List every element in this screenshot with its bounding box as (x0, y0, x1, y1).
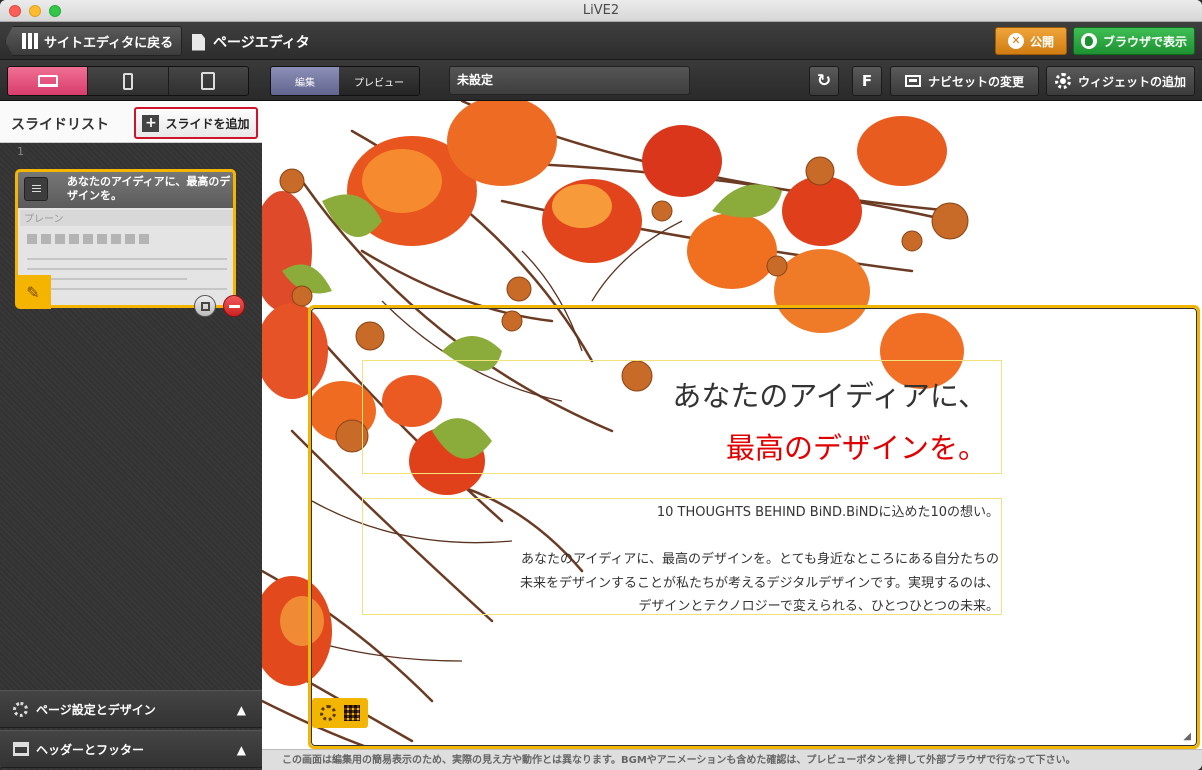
block-layout-grid-icon[interactable] (344, 705, 360, 721)
body-line: 未来をデザインすることが私たちが考えるデジタルデザインです。実現するのは、 (519, 575, 999, 591)
body-line: 10 THOUGHTS BEHIND BiND.BiNDに込めた10の想い。 (656, 505, 999, 520)
navi-label: ナビセットの変更 (927, 74, 1024, 89)
slide-placeholder-line (27, 288, 227, 290)
add-slide-label: スライドを追加 (165, 116, 250, 131)
chevron-up-icon: ▲ (236, 743, 246, 757)
page-title: ページエディタ (213, 35, 310, 51)
title-bar: LiVE2 (0, 0, 1202, 22)
add-widget-button[interactable]: ウィジェットの追加 (1046, 66, 1195, 96)
block-settings-gear-icon[interactable] (320, 705, 336, 721)
mode-switcher: 編集 プレビュー (270, 66, 420, 96)
publish-label: 公開 (1029, 34, 1054, 49)
page-editor-title: ページエディタ (192, 32, 310, 52)
page-settings-section[interactable]: ページ設定とデザイン ▲ (0, 690, 262, 728)
gear-icon (13, 702, 28, 717)
remove-slide-button[interactable] (223, 295, 245, 317)
header-footer-section[interactable]: ヘッダーとフッター ▲ (0, 730, 262, 768)
heading-line-1: あなたのアイディアに、 (672, 379, 987, 413)
publish-icon: ✕ (1007, 33, 1024, 49)
slide-placeholder-line (27, 278, 187, 280)
edit-slide-pencil-icon[interactable]: ✎ (15, 275, 51, 309)
change-navset-button[interactable]: ナビセットの変更 (890, 66, 1039, 96)
editor-canvas[interactable]: ◢ あなたのアイディアに、 最高のデザインを。 10 THOUGHTS BEHI… (262, 101, 1202, 749)
back-button-label: サイトエディタに戻る (44, 35, 174, 51)
slide-card-header: あなたのアイディアに、最高のデザインを。 (18, 172, 233, 208)
body-line: デザインとテクノロジーで変えられる、ひとつひとつの未来。 (638, 599, 999, 614)
device-switcher (7, 66, 249, 96)
heading-line-2: 最高のデザインを。 (725, 431, 987, 465)
body-line: あなたのアイディアに、最高のデザインを。とても身近なところにある自分たちの (520, 552, 999, 567)
header-footer-icon (13, 742, 29, 756)
back-to-site-editor-button[interactable]: サイトエディタに戻る (5, 26, 182, 56)
slide-placeholder-line (27, 268, 227, 270)
editor-toolbar: 編集 プレビュー 未設定 ↻ F ナビセットの変更 ウィジェットの追加 (0, 60, 1202, 101)
slide-list-header: スライドリスト + スライドを追加 (0, 101, 262, 143)
app-header: サイトエディタに戻る ページエディタ ✕ 公開 ブラウザで表示 (0, 22, 1202, 60)
slide-list-title: スライドリスト (11, 117, 109, 133)
tablet-icon (201, 72, 216, 90)
f-button[interactable]: F (852, 66, 882, 96)
document-icon (192, 33, 205, 51)
browser-label: ブラウザで表示 (1102, 34, 1187, 49)
minus-icon (228, 304, 240, 308)
slide-sidebar: スライドリスト + スライドを追加 1 あなたのアイディアに、最高のデザインを。… (0, 101, 262, 770)
device-laptop-button[interactable] (8, 67, 89, 95)
resize-handle-icon[interactable]: ◢ (1183, 731, 1191, 742)
heading-text-box[interactable]: あなたのアイディアに、 最高のデザインを。 (362, 360, 1002, 474)
laptop-icon (37, 75, 58, 87)
refresh-icon: ↻ (816, 71, 832, 91)
phone-icon (122, 72, 133, 90)
page-status-field[interactable]: 未設定 (449, 66, 690, 95)
device-phone-button[interactable] (88, 67, 169, 95)
widget-label: ウィジェットの追加 (1077, 74, 1186, 89)
body-text-box[interactable]: 10 THOUGHTS BEHIND BiND.BiNDに込めた10の想い。 あ… (362, 498, 1002, 615)
slide-layout-label: プレーン (20, 210, 233, 226)
globe-icon (1080, 33, 1097, 49)
text-block-icon (24, 177, 48, 201)
publish-button[interactable]: ✕ 公開 (995, 27, 1067, 55)
duplicate-icon (200, 301, 210, 311)
device-tablet-button[interactable] (169, 67, 248, 95)
window-title: LiVE2 (582, 3, 620, 18)
slide-placeholder-line (27, 258, 227, 260)
view-in-browser-button[interactable]: ブラウザで表示 (1073, 27, 1195, 55)
preview-mode-button[interactable]: プレビュー (339, 67, 419, 95)
duplicate-slide-button[interactable] (194, 295, 216, 317)
page-settings-label: ページ設定とデザイン (36, 702, 156, 717)
add-slide-button[interactable]: + スライドを追加 (134, 107, 258, 139)
app-window: LiVE2 サイトエディタに戻る ページエディタ ✕ 公開 ブラウザで表示 編集… (0, 0, 1202, 770)
slide-number: 1 (17, 145, 24, 158)
site-grid-icon (22, 33, 38, 49)
body-text: 10 THOUGHTS BEHIND BiND.BiNDに込めた10の想い。 あ… (520, 501, 999, 619)
header-footer-label: ヘッダーとフッター (36, 742, 145, 757)
chevron-up-icon: ▲ (236, 703, 246, 717)
navset-icon (904, 75, 921, 87)
slide-placeholder-boxes (27, 234, 149, 244)
slide-card-title: あなたのアイディアに、最高のデザインを。 (67, 175, 231, 202)
refresh-button[interactable]: ↻ (809, 66, 839, 96)
body-line (520, 525, 999, 549)
footer-notice: この画面は編集用の簡易表示のため、実際の見え方や動作とは異なります。BGMやアニ… (262, 749, 1202, 770)
gear-icon (1054, 73, 1071, 89)
block-tools (312, 698, 368, 728)
edit-mode-button[interactable]: 編集 (271, 67, 339, 95)
plus-icon: + (142, 114, 160, 132)
